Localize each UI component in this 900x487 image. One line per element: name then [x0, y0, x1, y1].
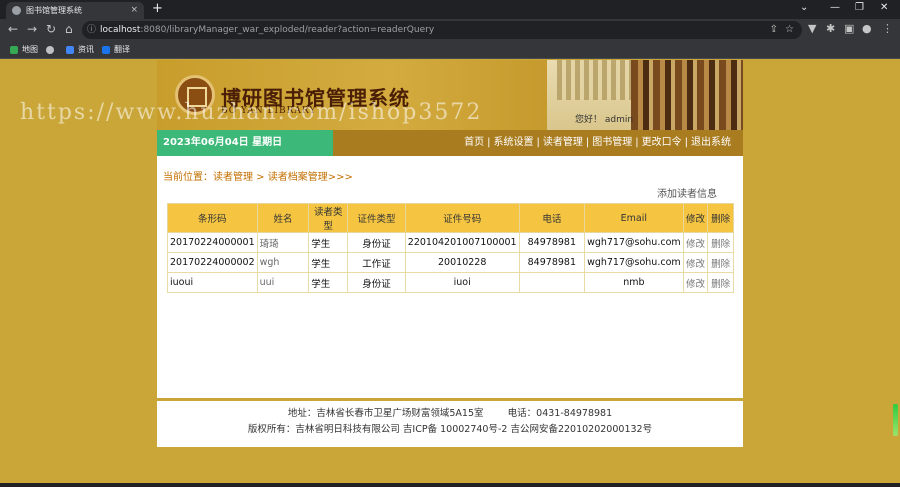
cell-barcode: 20170224000001	[167, 232, 258, 253]
map-icon	[10, 46, 18, 54]
col-barcode: 条形码	[167, 203, 258, 233]
minimize-button[interactable]: —	[830, 2, 840, 13]
cell-id-type: 工作证	[347, 252, 406, 273]
bookmark-news[interactable]: 资讯	[66, 44, 94, 56]
close-window-button[interactable]: ✕	[880, 2, 888, 13]
col-email: Email	[584, 203, 684, 233]
back-icon[interactable]: ←	[8, 22, 18, 36]
bookshelf-image: 您好！ admin	[547, 60, 743, 130]
edit-link[interactable]: 修改	[682, 232, 709, 253]
scroll-indicator[interactable]	[893, 404, 898, 436]
cell-reader-type: 学生	[308, 232, 349, 253]
cell-email: wgh717@sohu.com	[584, 252, 684, 273]
cell-id-type: 身份证	[347, 232, 406, 253]
bookmark-translate[interactable]: 翻译	[102, 44, 130, 56]
address-bar[interactable]: ⓘ localhost:8080/libraryManager_war_expl…	[82, 21, 802, 39]
url-host: localhost	[100, 25, 141, 35]
cell-id-type: 身份证	[347, 272, 406, 293]
table-row: 20170224000001 琦琦 学生 身份证 220104201007100…	[167, 232, 734, 253]
url-path: :8080/libraryManager_war_exploded/reader…	[140, 25, 435, 35]
extension-v-icon[interactable]: ▼	[808, 22, 816, 35]
bookmark-star-icon[interactable]: ☆	[785, 21, 794, 39]
watermark-text: https://www.huzhan.com/ishop3572	[20, 100, 483, 125]
browser-tab[interactable]: 图书馆管理系统 ×	[6, 2, 144, 19]
bookmark-map[interactable]: 地图	[10, 44, 38, 56]
browser-toolbar: ← → ↻ ⌂ ⓘ localhost:8080/libraryManager_…	[0, 19, 900, 42]
breadcrumb: 当前位置：读者管理 > 读者档案管理>>>	[163, 172, 353, 183]
profile-icon[interactable]: ●	[862, 22, 872, 35]
col-id-type: 证件类型	[347, 203, 406, 233]
add-reader-link[interactable]: 添加读者信息	[657, 185, 717, 200]
nav-reader-management[interactable]: 读者管理	[543, 137, 583, 148]
footer-divider	[157, 398, 743, 401]
nav-book-management[interactable]: 图书管理	[592, 137, 632, 148]
table-row: iuoui uui 学生 身份证 iuoi nmb 修改 删除	[167, 272, 734, 293]
table-row: 20170224000002 wgh 学生 工作证 20010228 84978…	[167, 252, 734, 273]
translate-icon	[102, 46, 110, 54]
cell-barcode: 20170224000002	[167, 252, 258, 273]
col-phone: 电话	[518, 203, 586, 233]
cell-email: nmb	[584, 272, 684, 293]
col-edit: 修改	[682, 203, 709, 233]
main-nav: 首页 | 系统设置 | 读者管理 | 图书管理 | 更改口令 | 退出系统	[333, 130, 743, 156]
site-info-icon[interactable]: ⓘ	[87, 21, 96, 39]
cell-name: wgh	[256, 252, 310, 273]
extensions-puzzle-icon[interactable]: ✱	[826, 22, 835, 35]
menu-kebab-icon[interactable]: ⋮	[882, 22, 893, 35]
cell-id-number: 20010228	[404, 252, 520, 273]
share-icon[interactable]: ⇪	[770, 21, 778, 39]
footer-copyright: 版权所有：吉林省明日科技有限公司 吉ICP备 10002740号-2 吉公网安备…	[247, 424, 653, 435]
delete-link[interactable]: 删除	[707, 232, 734, 253]
delete-link[interactable]: 删除	[707, 272, 734, 293]
col-id-number: 证件号码	[404, 203, 520, 233]
nav-logout[interactable]: 退出系统	[691, 137, 731, 148]
home-icon[interactable]: ⌂	[65, 22, 73, 36]
edit-link[interactable]: 修改	[682, 272, 709, 293]
footer-address: 地址：吉林省长春市卫星广场财富领域5A15室 电话：0431-84978981	[287, 408, 613, 419]
forward-icon[interactable]: →	[27, 22, 37, 36]
cell-phone: 84978981	[518, 232, 586, 253]
reload-icon[interactable]: ↻	[46, 22, 56, 36]
delete-link[interactable]: 删除	[707, 252, 734, 273]
cell-phone: 84978981	[518, 252, 586, 273]
close-tab-icon[interactable]: ×	[130, 2, 138, 19]
bookmarks-bar: 地图 资讯 翻译	[0, 42, 900, 59]
globe-icon	[12, 6, 21, 15]
user-greeting: 您好！ admin	[575, 115, 634, 125]
browser-tabbar: 图书馆管理系统 × + ⌄ — ❐ ✕	[0, 0, 900, 19]
cell-name: uui	[256, 272, 310, 293]
tab-title: 图书馆管理系统	[26, 6, 82, 15]
table-header-row: 条形码 姓名 读者类型 证件类型 证件号码 电话 Email 修改 删除	[167, 203, 734, 233]
cell-email: wgh717@sohu.com	[584, 232, 684, 253]
col-delete: 删除	[707, 203, 734, 233]
tab-search-icon[interactable]: ⌄	[800, 2, 808, 13]
col-name: 姓名	[256, 203, 310, 233]
cell-barcode: iuoui	[167, 272, 258, 293]
cell-phone	[518, 272, 586, 293]
datetime-display: 2023年06月04日 星期日 09:47:28	[157, 130, 333, 174]
nav-home[interactable]: 首页	[464, 137, 484, 148]
cell-name: 琦琦	[256, 232, 310, 253]
edit-link[interactable]: 修改	[682, 252, 709, 273]
nav-change-password[interactable]: 更改口令	[642, 137, 682, 148]
col-reader-type: 读者类型	[308, 203, 349, 233]
new-tab-button[interactable]: +	[152, 1, 163, 16]
cell-id-number: 220104201007100001	[404, 232, 520, 253]
cell-reader-type: 学生	[308, 252, 349, 273]
taskbar-edge	[0, 483, 900, 487]
news-icon	[66, 46, 74, 54]
reader-table: 条形码 姓名 读者类型 证件类型 证件号码 电话 Email 修改 删除 201…	[167, 203, 734, 293]
sidepanel-icon[interactable]: ▣	[844, 22, 854, 35]
footer: 地址：吉林省长春市卫星广场财富领域5A15室 电话：0431-84978981 …	[157, 406, 743, 438]
nav-system-settings[interactable]: 系统设置	[494, 137, 534, 148]
cell-reader-type: 学生	[308, 272, 349, 293]
cell-id-number: iuoi	[404, 272, 520, 293]
maximize-button[interactable]: ❐	[855, 2, 864, 13]
globe-icon	[46, 46, 54, 54]
